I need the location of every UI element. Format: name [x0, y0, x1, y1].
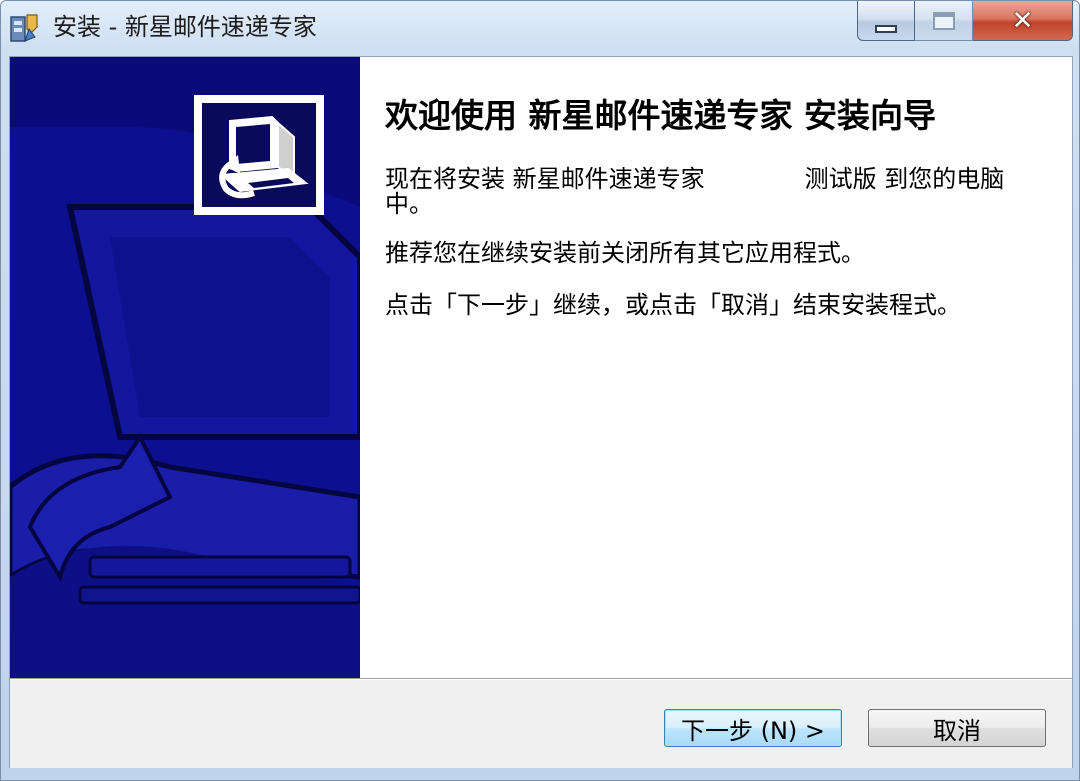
- close-button[interactable]: ✕: [973, 1, 1073, 41]
- install-description-prefix: 现在将安装 新星邮件速递专家: [385, 165, 705, 193]
- minimize-icon: [875, 24, 897, 33]
- installer-app-icon: [9, 11, 41, 45]
- instruction-text: 点击「下一步」继续，或点击「取消」结束安装程式。: [385, 291, 961, 319]
- maximize-icon: [932, 11, 955, 30]
- install-description: 现在将安装 新星邮件速递专家 测试版 到您的电脑中。: [385, 167, 1035, 217]
- installer-window: 安装 - 新星邮件速递专家 ✕ 欢迎使用 新星邮件速递专家 安装向导 现在将安装…: [0, 0, 1080, 781]
- wizard-client-area: 欢迎使用 新星邮件速递专家 安装向导 现在将安装 新星邮件速递专家 测试版 到您的…: [9, 56, 1073, 768]
- wizard-footer: 下一步 (N) > 取消: [10, 678, 1072, 768]
- cancel-button[interactable]: 取消: [868, 709, 1046, 747]
- welcome-heading: 欢迎使用 新星邮件速递专家 安装向导: [385, 96, 936, 135]
- minimize-button[interactable]: [857, 1, 915, 41]
- wizard-content: 欢迎使用 新星邮件速递专家 安装向导 现在将安装 新星邮件速递专家 测试版 到您的…: [360, 57, 1072, 678]
- footer-divider: [10, 679, 1072, 680]
- close-icon: ✕: [1011, 5, 1034, 36]
- recommendation-text: 推荐您在继续安装前关闭所有其它应用程式。: [385, 239, 865, 267]
- next-button[interactable]: 下一步 (N) >: [664, 709, 842, 747]
- title-bar[interactable]: 安装 - 新星邮件速递专家 ✕: [1, 1, 1079, 56]
- computer-install-logo-icon: [194, 95, 324, 215]
- window-title: 安装 - 新星邮件速递专家: [53, 13, 317, 41]
- maximize-button: [915, 1, 973, 41]
- caption-buttons: ✕: [857, 1, 1073, 43]
- wizard-side-banner: [10, 57, 360, 678]
